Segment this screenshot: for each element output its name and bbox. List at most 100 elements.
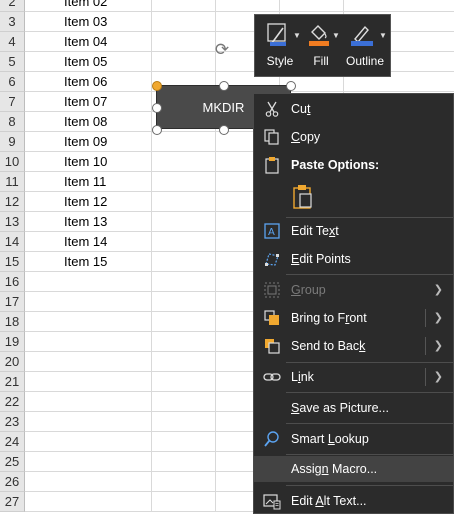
cell-item[interactable]: Item 07 (25, 92, 152, 112)
row-header[interactable]: 4 (0, 32, 25, 52)
cell[interactable] (216, 0, 280, 12)
cell[interactable] (152, 232, 216, 252)
cell[interactable] (152, 392, 216, 412)
resize-handle-top[interactable] (219, 81, 229, 91)
rotate-handle-icon[interactable]: ⟳ (213, 41, 231, 59)
row-header[interactable]: 9 (0, 132, 25, 152)
cell[interactable] (152, 312, 216, 332)
resize-handle-bottom-left[interactable] (152, 125, 162, 135)
menu-item-edit-text[interactable]: A Edit Text (254, 218, 453, 244)
cell-item[interactable] (25, 472, 152, 492)
cell[interactable] (152, 272, 216, 292)
cell[interactable] (280, 0, 344, 12)
cell[interactable] (152, 372, 216, 392)
menu-item-assign-macro[interactable]: Assign Macro... (254, 456, 453, 482)
row-header[interactable]: 17 (0, 292, 25, 312)
submenu-arrow-icon[interactable]: ❯ (434, 364, 443, 390)
cell-item[interactable] (25, 492, 152, 512)
cell-item[interactable]: Item 15 (25, 252, 152, 272)
row-header[interactable]: 3 (0, 12, 25, 32)
row-header[interactable]: 24 (0, 432, 25, 452)
cell[interactable] (152, 332, 216, 352)
cell-item[interactable]: Item 09 (25, 132, 152, 152)
menu-item-edit-points[interactable]: Edit Points (254, 246, 453, 272)
row-header[interactable]: 20 (0, 352, 25, 372)
paste-keep-formatting-button[interactable] (291, 184, 315, 210)
menu-item-group[interactable]: Group ❯ (254, 277, 453, 303)
cell-item[interactable] (25, 412, 152, 432)
menu-item-send-to-back[interactable]: Send to Back ❯ (254, 333, 453, 359)
cell-item[interactable] (25, 452, 152, 472)
cell[interactable] (152, 492, 216, 512)
resize-handle-bottom[interactable] (219, 125, 229, 135)
cell-item[interactable] (25, 272, 152, 292)
cell-item[interactable]: Item 10 (25, 152, 152, 172)
cell[interactable] (152, 192, 216, 212)
row-header[interactable]: 18 (0, 312, 25, 332)
cell-item[interactable]: Item 02 (25, 0, 152, 12)
cell[interactable] (152, 452, 216, 472)
cell[interactable] (344, 0, 454, 12)
cell[interactable] (152, 292, 216, 312)
cell-item[interactable] (25, 332, 152, 352)
cell[interactable] (152, 132, 216, 152)
cell[interactable] (152, 12, 216, 32)
outline-button[interactable]: ▼ Outline (341, 21, 389, 75)
cell-item[interactable]: Item 05 (25, 52, 152, 72)
resize-handle-top-right[interactable] (286, 81, 296, 91)
cell-item[interactable] (25, 392, 152, 412)
menu-item-copy[interactable]: Copy (254, 124, 453, 150)
row-header[interactable]: 15 (0, 252, 25, 272)
cell[interactable] (152, 212, 216, 232)
cell-item[interactable]: Item 08 (25, 112, 152, 132)
cell[interactable] (152, 152, 216, 172)
row-header[interactable]: 5 (0, 52, 25, 72)
cell-item[interactable] (25, 292, 152, 312)
row-header[interactable]: 21 (0, 372, 25, 392)
row-header[interactable]: 22 (0, 392, 25, 412)
cell[interactable] (152, 0, 216, 12)
cell-item[interactable]: Item 14 (25, 232, 152, 252)
row-header[interactable]: 19 (0, 332, 25, 352)
resize-handle-left[interactable] (152, 103, 162, 113)
submenu-arrow-icon[interactable]: ❯ (434, 305, 443, 331)
cell[interactable] (152, 352, 216, 372)
shape-adjust-handle[interactable] (152, 81, 162, 91)
row-header[interactable]: 7 (0, 92, 25, 112)
row-header[interactable]: 14 (0, 232, 25, 252)
row-header[interactable]: 16 (0, 272, 25, 292)
cell[interactable] (152, 472, 216, 492)
cell-item[interactable] (25, 372, 152, 392)
cell[interactable] (152, 52, 216, 72)
cell[interactable] (152, 32, 216, 52)
cell-item[interactable] (25, 312, 152, 332)
cell-item[interactable]: Item 04 (25, 32, 152, 52)
cell-item[interactable] (25, 432, 152, 452)
cell-item[interactable]: Item 03 (25, 12, 152, 32)
cell-item[interactable] (25, 352, 152, 372)
menu-item-smart-lookup[interactable]: Smart Lookup (254, 426, 453, 452)
menu-item-bring-to-front[interactable]: Bring to Front ❯ (254, 305, 453, 331)
menu-item-cut[interactable]: Cut (254, 96, 453, 122)
row-header[interactable]: 10 (0, 152, 25, 172)
row-header[interactable]: 6 (0, 72, 25, 92)
menu-item-edit-alt-text[interactable]: Edit Alt Text... (254, 488, 453, 514)
cell-item[interactable]: Item 11 (25, 172, 152, 192)
menu-item-save-as-picture[interactable]: Save as Picture... (254, 395, 453, 421)
row-header[interactable]: 26 (0, 472, 25, 492)
menu-item-link[interactable]: Link ❯ (254, 364, 453, 390)
cell[interactable] (152, 172, 216, 192)
row-header[interactable]: 23 (0, 412, 25, 432)
row-header[interactable]: 12 (0, 192, 25, 212)
row-header[interactable]: 8 (0, 112, 25, 132)
row-header[interactable]: 11 (0, 172, 25, 192)
fill-button[interactable]: ▼ Fill (303, 21, 340, 75)
row-header[interactable]: 2 (0, 0, 25, 12)
cell[interactable] (152, 412, 216, 432)
submenu-arrow-icon[interactable]: ❯ (434, 333, 443, 359)
row-header[interactable]: 13 (0, 212, 25, 232)
cell-item[interactable]: Item 12 (25, 192, 152, 212)
cell-item[interactable]: Item 06 (25, 72, 152, 92)
row-header[interactable]: 25 (0, 452, 25, 472)
cell-item[interactable]: Item 13 (25, 212, 152, 232)
